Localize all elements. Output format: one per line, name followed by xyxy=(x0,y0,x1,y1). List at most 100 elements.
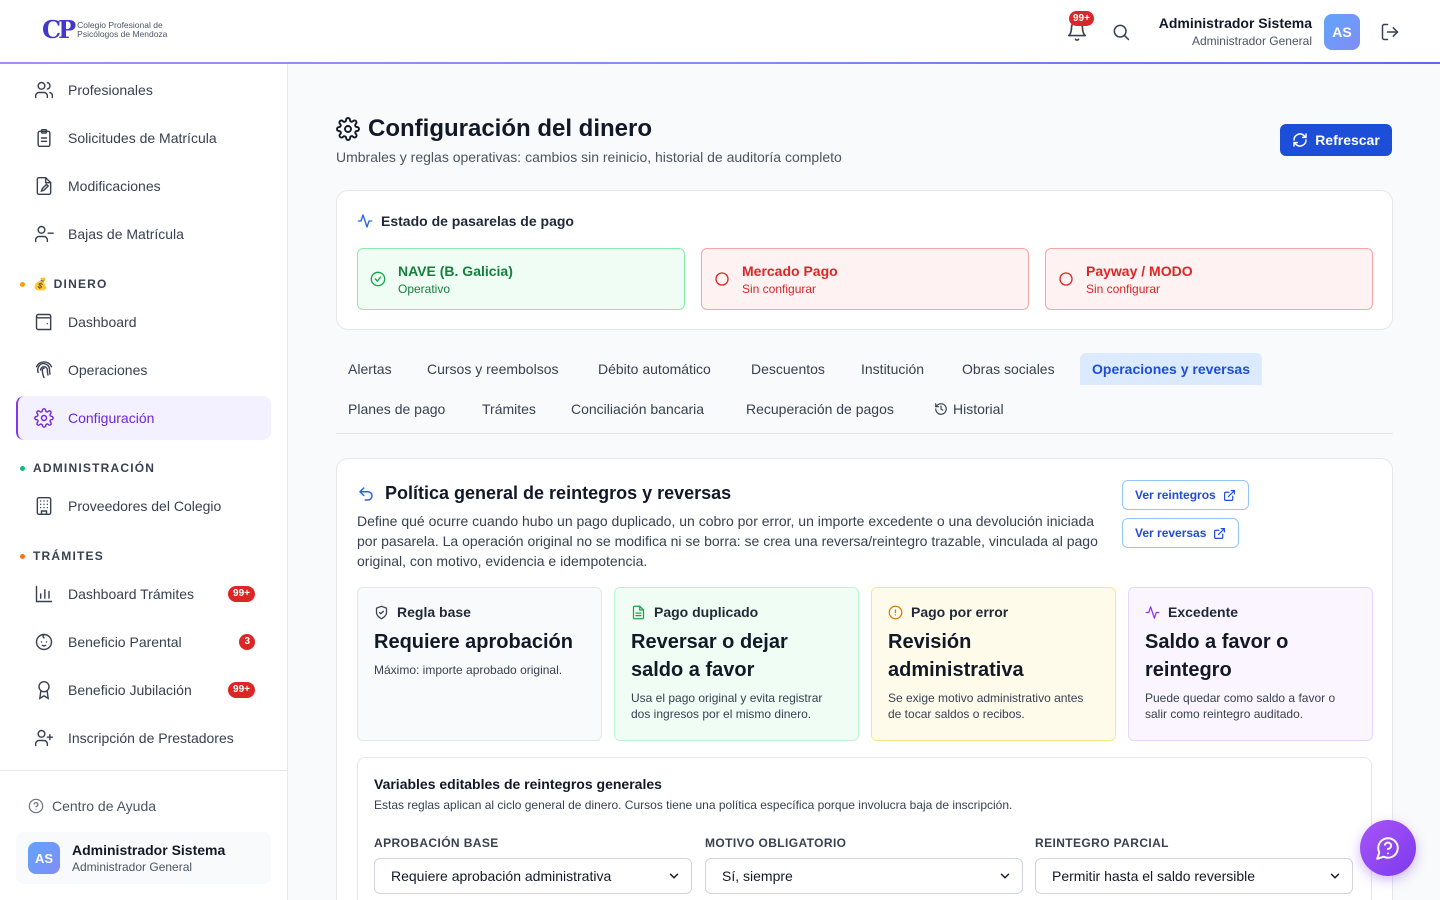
sidebar-item-dashboard-tramites[interactable]: Dashboard Trámites 99+ xyxy=(16,572,271,616)
baby-icon xyxy=(34,632,54,652)
sidebar: Profesionales Solicitudes de Matrícula M… xyxy=(0,64,288,900)
sidebar-item-beneficio-parental[interactable]: Beneficio Parental 3 xyxy=(16,620,271,664)
rule-card-base: Regla base Requiere aprobación Máximo: i… xyxy=(357,587,602,741)
gateway-name: NAVE (B. Galicia) xyxy=(398,262,513,279)
rule-title: Pago duplicado xyxy=(654,604,759,620)
tab-institucion[interactable]: Institución xyxy=(849,353,936,385)
rule-title: Pago por error xyxy=(911,604,1009,620)
notifications-badge: 99+ xyxy=(1069,11,1094,26)
section-administracion: ADMINISTRACIÓN xyxy=(20,461,155,475)
user-name: Administrador Sistema xyxy=(1158,15,1312,31)
policy-card: Política general de reintegros y reversa… xyxy=(336,458,1393,900)
link-label: Ver reversas xyxy=(1135,526,1207,540)
sidebar-item-profesionales[interactable]: Profesionales xyxy=(16,68,271,112)
rule-value: Saldo a favor o reintegro xyxy=(1145,631,1289,681)
tab-descuentos[interactable]: Descuentos xyxy=(739,353,837,385)
tab-obras-sociales[interactable]: Obras sociales xyxy=(950,353,1067,385)
sidebar-item-solicitudes[interactable]: Solicitudes de Matrícula xyxy=(16,116,271,160)
check-circle-icon xyxy=(370,271,386,287)
external-link-icon xyxy=(1223,489,1236,502)
tab-debito[interactable]: Débito automático xyxy=(586,353,723,385)
avatar[interactable]: AS xyxy=(1324,14,1360,50)
help-link[interactable]: Centro de Ayuda xyxy=(28,798,156,814)
page-subtitle: Umbrales y reglas operativas: cambios si… xyxy=(336,149,842,165)
gateways-title: Estado de pasarelas de pago xyxy=(381,213,574,229)
avatar: AS xyxy=(28,842,60,874)
rule-desc: Se exige motivo administrativo antes de … xyxy=(888,691,1084,721)
rule-value: Revisión administrativa xyxy=(888,631,1024,681)
rule-card-error: Pago por error Revisión administrativa S… xyxy=(871,587,1116,741)
refresh-icon xyxy=(1292,132,1308,148)
clipboard-icon xyxy=(34,128,54,148)
approval-select[interactable]: Requiere aprobación administrativa xyxy=(374,858,692,894)
select-value: Permitir hasta el saldo reversible xyxy=(1052,868,1256,884)
section-dinero: 💰 DINERO xyxy=(20,277,108,291)
sidebar-item-label: Configuración xyxy=(68,410,155,426)
sidebar-item-beneficio-jubilacion[interactable]: Beneficio Jubilación 99+ xyxy=(16,668,271,712)
tab-alertas[interactable]: Alertas xyxy=(336,353,404,385)
count-badge: 99+ xyxy=(228,586,255,602)
field-label: APROBACIÓN BASE xyxy=(374,836,499,850)
gateway-status: Operativo xyxy=(398,281,451,296)
gateway-status: Sin configurar xyxy=(742,281,817,296)
chevron-down-icon xyxy=(998,869,1012,883)
editable-variables-panel: Variables editables de reintegros genera… xyxy=(357,757,1372,900)
activity-icon xyxy=(357,213,373,229)
rule-desc: Máximo: importe aprobado original. xyxy=(374,663,563,677)
field-motivo-obligatorio: MOTIVO OBLIGATORIO Sí, siempre xyxy=(705,836,1023,894)
logo-mark: CP xyxy=(42,15,76,44)
sidebar-item-label: Modificaciones xyxy=(68,178,161,194)
rule-value: Reversar o dejar saldo a favor xyxy=(631,631,788,681)
gateway-nave[interactable]: NAVE (B. Galicia) Operativo xyxy=(357,248,685,310)
partial-refund-select[interactable]: Permitir hasta el saldo reversible xyxy=(1035,858,1353,894)
page-header: Configuración del dinero xyxy=(336,115,652,143)
sidebar-item-bajas[interactable]: Bajas de Matrícula xyxy=(16,212,271,256)
view-refunds-button[interactable]: Ver reintegros xyxy=(1122,480,1249,510)
tab-cursos[interactable]: Cursos y reembolsos xyxy=(415,353,571,385)
gateway-name: Mercado Pago xyxy=(742,262,838,279)
select-value: Sí, siempre xyxy=(722,868,793,884)
sidebar-item-label: Dashboard Trámites xyxy=(68,586,195,602)
wallet-icon xyxy=(34,312,54,332)
policy-title: Política general de reintegros y reversa… xyxy=(385,483,732,503)
sidebar-user[interactable]: AS Administrador Sistema Administrador G… xyxy=(16,832,271,884)
sidebar-item-configuracion[interactable]: Configuración xyxy=(16,396,271,440)
sidebar-item-proveedores[interactable]: Proveedores del Colegio xyxy=(16,484,271,528)
select-value: Requiere aprobación administrativa xyxy=(391,868,612,884)
section-label: ADMINISTRACIÓN xyxy=(33,461,156,475)
gateway-mercado-pago[interactable]: Mercado Pago Sin configurar xyxy=(701,248,1029,310)
help-chat-button[interactable] xyxy=(1360,820,1416,876)
tab-recuperacion[interactable]: Recuperación de pagos xyxy=(734,393,906,425)
tab-planes[interactable]: Planes de pago xyxy=(336,393,457,425)
sidebar-item-label: Beneficio Jubilación xyxy=(68,682,192,698)
section-label: TRÁMITES xyxy=(33,549,104,563)
section-dot xyxy=(20,553,25,559)
tab-conciliacion[interactable]: Conciliación bancaria xyxy=(559,393,716,425)
view-reversals-button[interactable]: Ver reversas xyxy=(1122,518,1240,548)
sidebar-item-operaciones[interactable]: Operaciones xyxy=(16,348,271,392)
gateway-payway[interactable]: Payway / MODO Sin configurar xyxy=(1045,248,1373,310)
field-aprobacion-base: APROBACIÓN BASE Requiere aprobación admi… xyxy=(374,836,692,894)
fingerprint-icon xyxy=(34,360,54,380)
help-icon xyxy=(28,798,44,814)
user-role: Administrador General xyxy=(72,860,193,874)
refresh-label: Refrescar xyxy=(1315,132,1380,148)
circle-icon xyxy=(1058,271,1074,287)
tab-historial[interactable]: Historial xyxy=(922,393,1016,425)
gateway-status: Sin configurar xyxy=(1086,281,1161,296)
sidebar-item-inscripcion[interactable]: Inscripción de Prestadores xyxy=(16,716,271,760)
logo-line-2: Psicólogos de Mendoza xyxy=(77,29,168,39)
shield-check-icon xyxy=(374,605,389,620)
logo[interactable]: CP Colegio Profesional de Psicólogos de … xyxy=(42,18,167,42)
logout-icon[interactable] xyxy=(1380,22,1400,42)
gateway-name: Payway / MODO xyxy=(1086,262,1193,279)
tab-operaciones-reversas[interactable]: Operaciones y reversas xyxy=(1080,353,1262,385)
sidebar-item-dashboard[interactable]: Dashboard xyxy=(16,300,271,344)
refresh-button[interactable]: Refrescar xyxy=(1280,124,1392,156)
search-icon[interactable] xyxy=(1111,22,1131,42)
sidebar-item-modificaciones[interactable]: Modificaciones xyxy=(16,164,271,208)
tabs-divider xyxy=(336,433,1393,434)
reason-required-select[interactable]: Sí, siempre xyxy=(705,858,1023,894)
chat-help-icon xyxy=(1375,835,1401,861)
tab-tramites[interactable]: Trámites xyxy=(470,393,548,425)
